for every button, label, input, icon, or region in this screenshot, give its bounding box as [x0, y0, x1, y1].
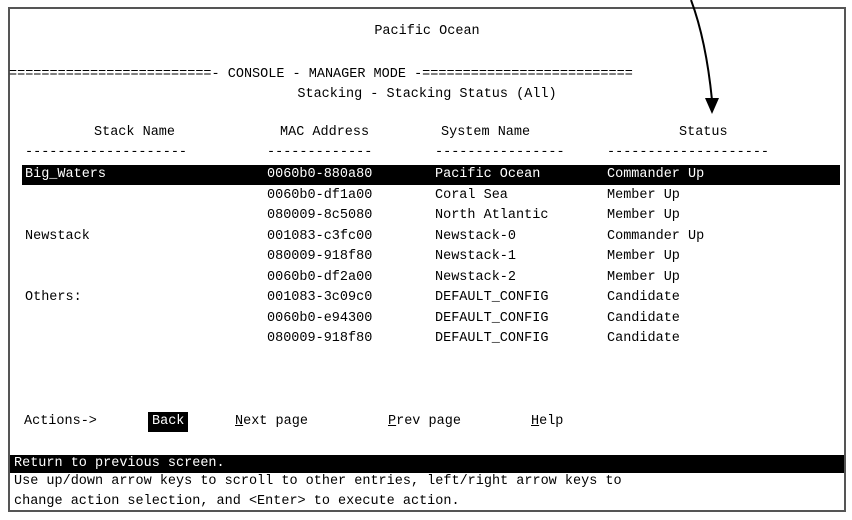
mac-address-cell: 0060b0-e94300	[267, 310, 373, 326]
system-name-cell: Coral Sea	[435, 187, 508, 203]
help-text-line-1: Use up/down arrow keys to scroll to othe…	[14, 474, 622, 489]
system-name-cell: DEFAULT_CONFIG	[435, 331, 549, 346]
prev-page-button[interactable]: Prev page	[388, 412, 461, 432]
system-name-cell: Newstack-2	[435, 269, 517, 285]
system-name-cell: North Atlantic	[435, 208, 549, 223]
status-cell: Candidate	[607, 290, 680, 305]
stack-name-cell: Others:	[25, 290, 82, 305]
status-cell: Member Up	[607, 269, 680, 285]
back-button[interactable]: Back	[148, 412, 189, 432]
table-row[interactable]: Big_Waters 0060b0-880a80 Pacific Ocean Comm…	[22, 165, 840, 185]
status-cell: Member Up	[607, 208, 680, 223]
column-rule-mac-address: -------------	[267, 146, 373, 160]
mac-address-cell: 080009-8c5080	[267, 208, 373, 223]
status-cell: Candidate	[607, 310, 680, 326]
table-row[interactable]: 080009-918f80 Newstack-1 Member Up	[22, 247, 840, 267]
status-cell: Candidate	[607, 331, 680, 346]
column-header-stack-name: Stack Name	[94, 125, 176, 140]
table-row[interactable]: 080009-8c5080 North Atlantic Member Up	[22, 206, 840, 226]
column-header-status: Status	[679, 125, 728, 140]
column-header-mac-address: MAC Address	[280, 125, 370, 140]
column-rule-stack-name: --------------------	[25, 146, 188, 160]
status-cell: Commander Up	[607, 228, 705, 244]
table-row[interactable]: 0060b0-df1a00 Coral Sea Member Up	[22, 186, 840, 206]
mac-address-cell: 001083-3c09c0	[267, 290, 373, 305]
column-header-system-name: System Name	[441, 125, 531, 140]
table-row[interactable]: 0060b0-df2a00 Newstack-2 Member Up	[22, 268, 840, 288]
actions-label: Actions->	[24, 414, 97, 429]
system-name-cell: DEFAULT_CONFIG	[435, 290, 549, 305]
system-name-cell: DEFAULT_CONFIG	[435, 310, 549, 326]
system-name-cell: Newstack-0	[435, 228, 517, 244]
mac-address-cell: 0060b0-df1a00	[267, 187, 373, 203]
stack-name-cell: Big_Waters	[25, 167, 107, 182]
screen-title: Pacific Ocean	[374, 24, 480, 39]
help-text-line-2: change action selection, and <Enter> to …	[14, 494, 460, 509]
mac-address-cell: 001083-c3fc00	[267, 228, 373, 244]
screen-subtitle: Stacking - Stacking Status (All)	[297, 87, 557, 102]
status-line: Return to previous screen.	[10, 455, 844, 473]
mac-address-cell: 080009-918f80	[267, 249, 373, 264]
mac-address-cell: 080009-918f80	[267, 331, 373, 346]
help-button[interactable]: Help	[531, 412, 563, 432]
table-row[interactable]: Newstack 001083-c3fc00 Newstack-0 Commander…	[22, 227, 840, 247]
table-row[interactable]: 0060b0-e94300 DEFAULT_CONFIG Candidate	[22, 309, 840, 329]
column-rule-status: --------------------	[607, 146, 770, 160]
system-name-cell: Newstack-1	[435, 249, 517, 264]
stack-name-cell: Newstack	[25, 228, 90, 244]
column-rule-system-name: ----------------	[435, 146, 565, 160]
system-name-cell: Pacific Ocean	[435, 167, 541, 182]
console-screen: Pacific Ocean =========================-…	[8, 7, 846, 512]
next-page-button[interactable]: Next page	[235, 412, 308, 432]
mac-address-cell: 0060b0-880a80	[267, 167, 373, 182]
status-cell: Member Up	[607, 187, 680, 203]
mode-banner: =========================- CONSOLE - MAN…	[9, 67, 633, 82]
status-cell: Member Up	[607, 249, 680, 264]
table-row[interactable]: 080009-918f80 DEFAULT_CONFIG Candidate	[22, 329, 840, 349]
table-row[interactable]: Others: 001083-3c09c0 DEFAULT_CONFIG Candid…	[22, 288, 840, 308]
status-cell: Commander Up	[607, 167, 705, 182]
mac-address-cell: 0060b0-df2a00	[267, 269, 373, 285]
